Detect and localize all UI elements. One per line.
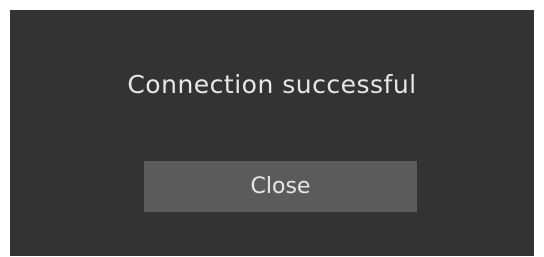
close-button[interactable]: Close: [144, 161, 417, 212]
screen: Connection successful Close: [0, 0, 544, 257]
connection-dialog: Connection successful Close: [10, 10, 534, 256]
dialog-message: Connection successful: [127, 70, 417, 99]
